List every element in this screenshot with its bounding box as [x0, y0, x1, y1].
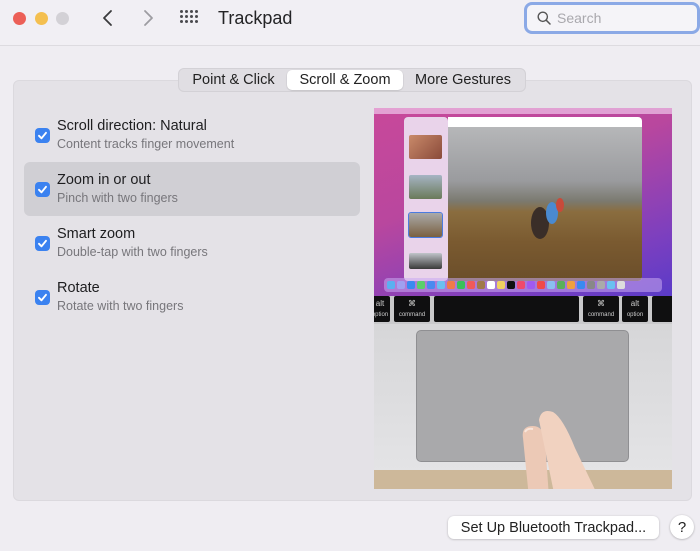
option-rotate[interactable]: Rotate Rotate with two fingers — [24, 270, 360, 324]
show-all-grid-button[interactable] — [180, 10, 202, 26]
preview-key-command: ⌘ command — [583, 296, 619, 322]
smart-zoom-checkbox[interactable] — [35, 236, 50, 251]
checkmark-icon — [38, 185, 47, 194]
option-smart-zoom[interactable]: Smart zoom Double-tap with two fingers — [24, 216, 360, 270]
preview-photo-window — [448, 117, 642, 281]
preview-key-option: altoption — [374, 296, 390, 322]
preview-key-option: altoption — [622, 296, 648, 322]
option-scroll-direction[interactable]: Scroll direction: Natural Content tracks… — [24, 108, 360, 162]
minimize-window-button[interactable] — [35, 12, 48, 25]
tab-bar: Point & Click Scroll & Zoom More Gesture… — [178, 68, 526, 92]
option-title: Smart zoom — [57, 226, 136, 242]
gesture-options-list: Scroll direction: Natural Content tracks… — [24, 108, 360, 324]
preview-key-space — [434, 296, 579, 322]
option-subtitle: Content tracks finger movement — [57, 137, 235, 151]
scroll-direction-checkbox[interactable] — [35, 128, 50, 143]
tab-point-and-click[interactable]: Point & Click — [180, 70, 287, 90]
search-icon — [537, 11, 551, 25]
option-subtitle: Pinch with two fingers — [57, 191, 178, 205]
preview-dock — [384, 278, 662, 292]
forward-button[interactable] — [136, 6, 160, 30]
search-field[interactable] — [524, 2, 700, 34]
option-title: Rotate — [57, 280, 100, 296]
gesture-preview-video: altoption ⌘command ⌘command altoption — [374, 108, 672, 489]
zoom-in-out-checkbox[interactable] — [35, 182, 50, 197]
tab-more-gestures[interactable]: More Gestures — [403, 70, 523, 90]
preview-thumbnail — [409, 135, 442, 159]
preview-laptop-screen — [374, 108, 672, 296]
option-title: Scroll direction: Natural — [57, 118, 207, 134]
window-title: Trackpad — [218, 8, 293, 28]
zoom-window-button[interactable] — [56, 12, 69, 25]
option-zoom-in-out[interactable]: Zoom in or out Pinch with two fingers — [24, 162, 360, 216]
preview-keyboard: altoption ⌘command ⌘command altoption — [374, 296, 672, 324]
rotate-checkbox[interactable] — [35, 290, 50, 305]
preview-thumbnail — [409, 175, 442, 199]
setup-bluetooth-trackpad-button[interactable]: Set Up Bluetooth Trackpad... — [448, 516, 659, 539]
preview-sidebar — [404, 117, 448, 281]
title-bar: Trackpad — [0, 0, 700, 46]
preview-key-arrow — [652, 296, 672, 322]
help-button[interactable]: ? — [670, 515, 694, 539]
preview-menu-bar — [374, 108, 672, 114]
checkmark-icon — [38, 239, 47, 248]
checkmark-icon — [38, 131, 47, 140]
hand-fingers-icon — [522, 411, 595, 489]
preview-thumbnail — [408, 212, 443, 238]
checkmark-icon — [38, 293, 47, 302]
option-subtitle: Double-tap with two fingers — [57, 245, 208, 259]
preview-figures — [531, 198, 564, 239]
chevron-right-icon — [144, 10, 153, 26]
back-button[interactable] — [96, 6, 120, 30]
chevron-left-icon — [103, 10, 112, 26]
option-title: Zoom in or out — [57, 172, 151, 188]
option-subtitle: Rotate with two fingers — [57, 299, 184, 313]
close-window-button[interactable] — [13, 12, 26, 25]
tab-scroll-and-zoom[interactable]: Scroll & Zoom — [287, 70, 403, 90]
preview-thumbnail — [409, 253, 442, 269]
search-input[interactable] — [557, 10, 677, 26]
preview-photo — [448, 127, 642, 281]
preview-key-command: ⌘ command — [394, 296, 430, 322]
